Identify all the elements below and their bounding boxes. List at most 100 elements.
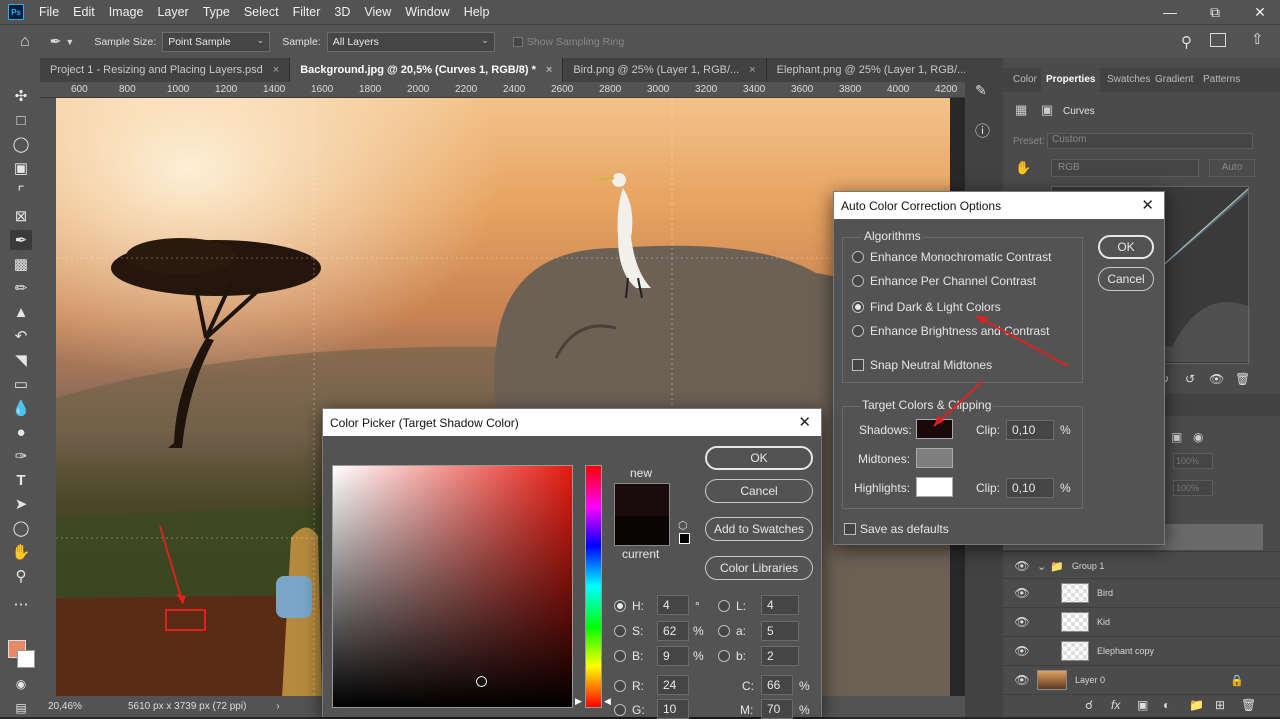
l-input[interactable]: 4 [761,595,799,615]
r-input[interactable]: 24 [657,675,689,695]
targeted-adjust-icon[interactable]: ✋ [1015,160,1031,176]
radio-green[interactable] [614,704,626,716]
opacity-field[interactable]: 100% [1173,453,1213,469]
close-icon[interactable]: × [546,64,552,76]
b-lab-input[interactable]: 2 [761,646,799,666]
close-window-icon[interactable]: ✕ [1240,0,1280,24]
link-icon[interactable]: ☌ [1085,698,1093,712]
fill-field[interactable]: 100% [1173,480,1213,496]
menu-help[interactable]: Help [457,0,497,24]
cube-icon[interactable]: ⬡ [678,519,688,532]
share-icon[interactable]: ⇧ [1251,30,1264,48]
current-color-swatch[interactable] [614,516,670,546]
menu-window[interactable]: Window [398,0,456,24]
slider-arrow-left-icon[interactable]: ▶ [575,696,582,707]
stamp-tool-icon[interactable]: ▲ [10,302,32,322]
adjustment-layer-icon[interactable]: ◐ [1163,698,1170,712]
s-input[interactable]: 62 [657,621,689,641]
g-input[interactable]: 10 [657,699,689,719]
move-tool-icon[interactable]: ✣ [10,86,32,106]
slider-arrow-right-icon[interactable]: ◀ [604,696,611,707]
reset-icon[interactable]: ↺ [1185,372,1195,386]
add-mask-icon[interactable]: ▣ [1137,698,1148,712]
eraser-tool-icon[interactable]: ◥ [10,350,32,370]
trash-icon[interactable]: 🗑 [1235,372,1250,386]
eye-icon[interactable]: 👁 [1013,673,1031,687]
layer-kid[interactable]: 👁 Kid [1003,607,1280,636]
close-icon[interactable]: × [273,64,279,76]
cancel-button[interactable]: Cancel [705,479,813,503]
sample-size-select[interactable]: Point Sample ⌄ [162,31,271,52]
color-libraries-button[interactable]: Color Libraries [705,556,813,580]
layer-group-1[interactable]: 👁 ⌄ 📁 Group 1 [1003,551,1280,580]
layer-elephant-copy[interactable]: 👁 Elephant copy [1003,636,1280,665]
menu-view[interactable]: View [357,0,398,24]
tab-patterns[interactable]: Patterns [1203,74,1240,85]
eye-icon[interactable]: 👁 [1013,559,1031,573]
brush-tool-icon[interactable]: ✏ [10,278,32,298]
radio-brightness[interactable] [614,650,626,662]
frame-tool-icon[interactable]: ⊠ [10,206,32,226]
sample-select[interactable]: All Layers ⌄ [326,31,495,52]
tab-swatches[interactable]: Swatches [1107,74,1150,85]
hue-slider[interactable] [585,465,602,708]
quick-mask-icon[interactable]: ◉ [10,674,32,694]
pen-tool-icon[interactable]: ✑ [10,446,32,466]
ok-button[interactable]: OK [705,446,813,470]
menu-image[interactable]: Image [102,0,151,24]
channel-select[interactable]: RGB [1051,159,1199,177]
lock-all-icon[interactable]: ◉ [1193,430,1203,444]
new-layer-icon[interactable]: ⊞ [1215,698,1225,712]
radio-a[interactable] [718,625,730,637]
screen-mode-icon[interactable]: ▤ [10,698,32,718]
chevron-right-icon[interactable]: › [276,701,279,712]
marquee-tool-icon[interactable]: □ [10,110,32,130]
eyedropper-tool-icon[interactable]: ✒ [10,230,32,250]
eye-icon[interactable]: 👁 [1013,644,1031,658]
history-brush-icon[interactable]: ↶ [10,326,32,346]
workspace-icon[interactable] [1210,33,1226,47]
close-icon[interactable]: ✕ [798,413,811,431]
menu-3d[interactable]: 3D [327,0,357,24]
object-select-tool-icon[interactable]: ▣ [10,158,32,178]
menu-type[interactable]: Type [196,0,237,24]
new-group-icon[interactable]: 📁 [1189,698,1204,712]
search-icon[interactable]: ⚲ [1181,33,1192,51]
tab-gradient[interactable]: Gradient [1155,74,1193,85]
radio-red[interactable] [614,680,626,692]
dodge-tool-icon[interactable]: ● [10,422,32,442]
radio-hue[interactable] [614,600,626,612]
chevron-down-icon[interactable]: ▼ [65,37,74,47]
lasso-tool-icon[interactable]: ◯ [10,134,32,154]
hand-tool-icon[interactable]: ✋ [10,542,32,562]
history-icon[interactable]: ✎ [975,82,987,99]
background-color-swatch[interactable] [17,650,35,668]
eye-icon[interactable]: 👁 [1013,586,1031,600]
type-tool-icon[interactable]: T [10,470,32,490]
healing-tool-icon[interactable]: ▩ [10,254,32,274]
auto-button[interactable]: Auto [1209,159,1255,177]
color-field[interactable] [332,465,573,708]
path-select-icon[interactable]: ➤ [10,494,32,514]
zoom-level[interactable]: 20,46% [48,701,88,712]
radio-lightness[interactable] [718,600,730,612]
color-field-cursor[interactable] [475,675,488,688]
chevron-down-icon[interactable]: ⌄ [1037,560,1046,573]
radio-saturation[interactable] [614,625,626,637]
tab-project-1[interactable]: Project 1 - Resizing and Placing Layers.… [40,58,291,82]
layer-bird[interactable]: 👁 Bird [1003,578,1280,607]
b-input[interactable]: 9 [657,646,689,666]
tab-bird[interactable]: Bird.png @ 25% (Layer 1, RGB/... × [563,58,767,82]
mask-icon[interactable]: ▣ [1041,102,1053,118]
more-tools-icon[interactable]: ⋯ [10,594,32,614]
eyedropper-icon[interactable]: ✒ [50,33,62,50]
tab-properties[interactable]: Properties [1041,68,1101,92]
crop-tool-icon[interactable]: ⌜ [10,182,32,202]
restore-icon[interactable]: ⧉ [1195,0,1235,24]
eye-icon[interactable]: 👁 [1013,615,1031,629]
menu-file[interactable]: File [32,0,66,24]
radio-b-lab[interactable] [718,650,730,662]
home-icon[interactable]: ⌂ [20,33,30,51]
menu-edit[interactable]: Edit [66,0,102,24]
fx-icon[interactable]: fx [1111,698,1120,712]
